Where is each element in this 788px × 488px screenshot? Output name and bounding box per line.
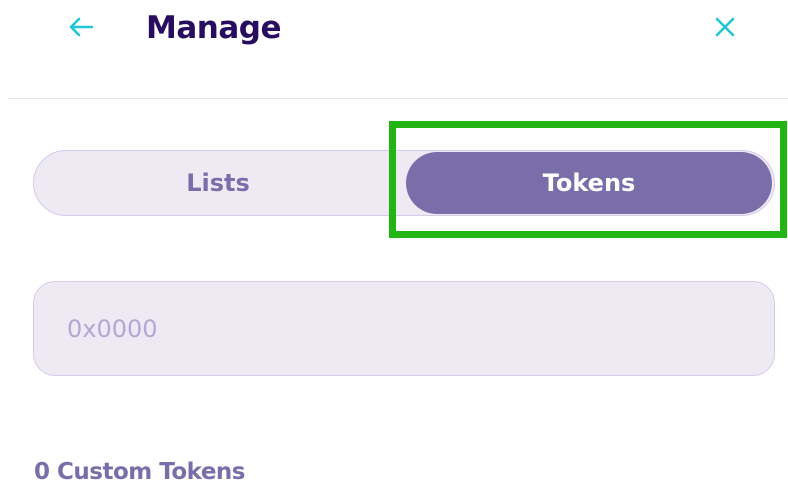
manage-modal: Manage Lists Tokens 0 Custom Tokens <box>0 0 788 488</box>
modal-header: Manage <box>0 0 788 60</box>
close-button[interactable] <box>708 10 742 44</box>
tab-tokens[interactable]: Tokens <box>406 152 772 214</box>
tab-lists[interactable]: Lists <box>34 151 402 215</box>
back-button[interactable] <box>64 10 98 44</box>
header-divider <box>8 98 788 99</box>
token-address-input[interactable] <box>33 281 775 376</box>
custom-tokens-count: 0 Custom Tokens <box>34 459 246 485</box>
lists-tokens-toggle: Lists Tokens <box>33 150 775 216</box>
close-icon <box>715 17 735 37</box>
page-title: Manage <box>146 10 281 46</box>
arrow-left-icon <box>69 17 94 37</box>
